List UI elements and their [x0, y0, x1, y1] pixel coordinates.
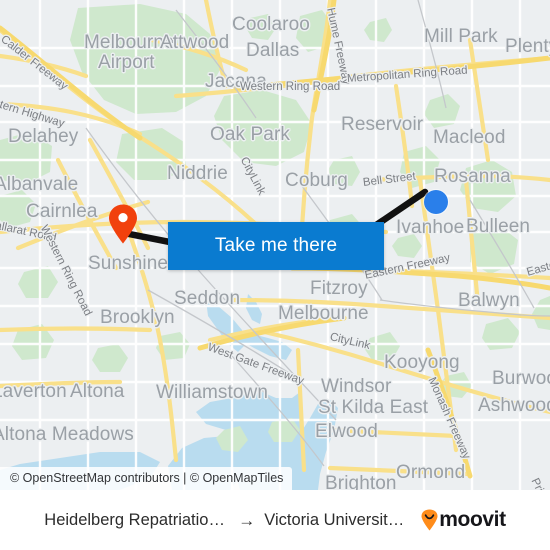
moovit-pin-icon [421, 509, 438, 531]
arrow-right-icon: → [238, 510, 256, 530]
map-attribution[interactable]: © OpenStreetMap contributors | © OpenMap… [0, 467, 293, 490]
trip-destination-label[interactable]: Victoria Universit… [264, 511, 404, 530]
destination-dot-icon[interactable] [424, 190, 448, 214]
map-canvas[interactable]: CoolarooMill ParkPlentyMelbourneAttwoodD… [0, 0, 550, 490]
trip-origin-label[interactable]: Heidelberg Repatriation Hospi… [44, 511, 229, 530]
take-me-there-button[interactable]: Take me there [168, 222, 384, 270]
moovit-trip-map-screen: CoolarooMill ParkPlentyMelbourneAttwoodD… [0, 0, 550, 550]
origin-pin-icon[interactable] [108, 204, 138, 244]
moovit-logo[interactable]: moovit [421, 508, 506, 532]
trip-summary-bar: Heidelberg Repatriation Hospi… → Victori… [0, 490, 550, 550]
moovit-wordmark: moovit [439, 508, 506, 531]
